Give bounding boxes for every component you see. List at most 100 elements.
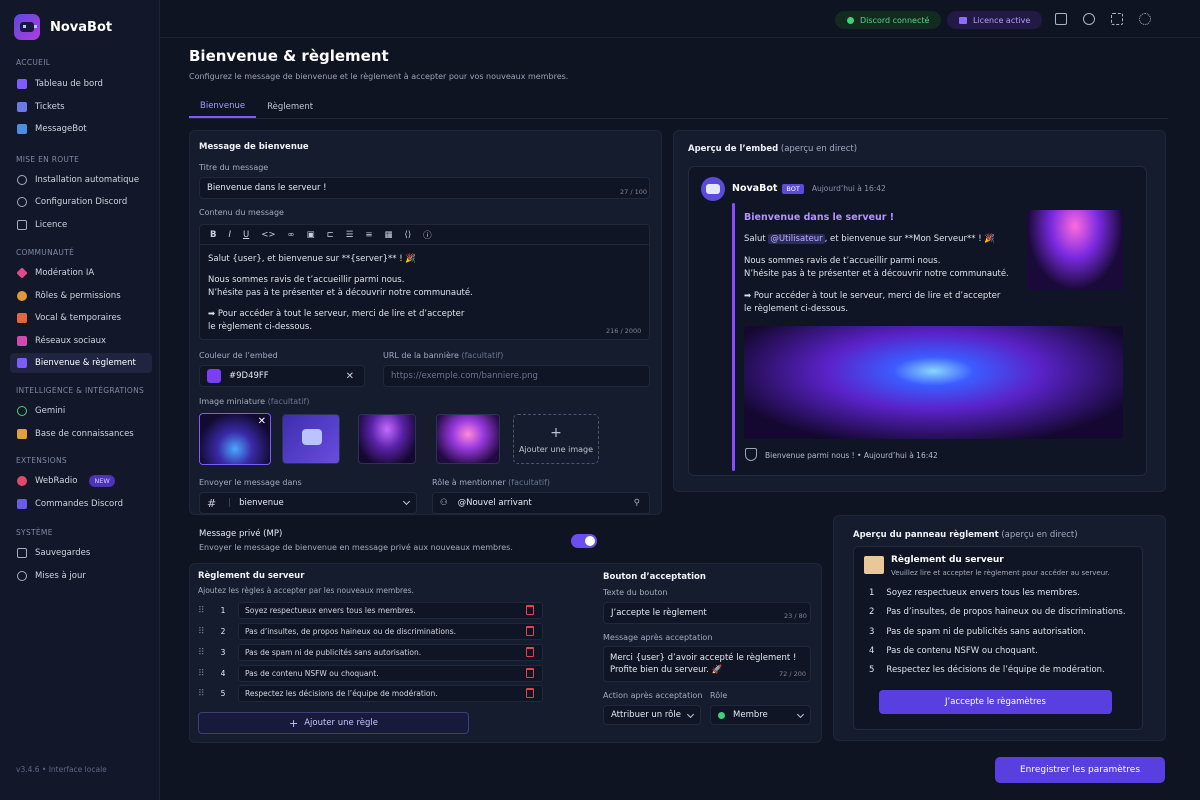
rule-row[interactable]: ⠿ 4 Pas de contenu NSFW ou choquant. bbox=[198, 665, 543, 682]
rule-number: 5 bbox=[220, 689, 226, 698]
sidebar-item-dashboard[interactable]: Tableau de bord bbox=[10, 74, 152, 94]
table-icon[interactable]: ▦ bbox=[384, 230, 392, 240]
trash-icon[interactable] bbox=[526, 605, 534, 615]
save-settings-button[interactable]: Enregistrer les paramètres bbox=[995, 757, 1165, 783]
rules-title: Règlement du serveur bbox=[198, 571, 305, 581]
settings-gear-icon[interactable] bbox=[1139, 13, 1151, 25]
remove-thumbnail-icon[interactable]: ✕ bbox=[258, 416, 266, 427]
action-select[interactable]: Attribuer un rôle bbox=[603, 705, 701, 725]
thumbnail-option-stage[interactable] bbox=[358, 414, 416, 464]
rule-row[interactable]: ⠿ 2 Pas d’insultes, de propos haineux ou d… bbox=[198, 623, 543, 640]
license-status-badge[interactable]: Licence active bbox=[947, 11, 1043, 29]
gemini-icon bbox=[17, 406, 27, 416]
discord-status-badge[interactable]: Discord connecté bbox=[835, 11, 942, 29]
role-select[interactable]: Membre bbox=[710, 705, 811, 725]
banner-url-input[interactable]: https://exemple.com/banniere.png bbox=[383, 365, 650, 387]
channel-select[interactable]: # | bienvenue bbox=[199, 492, 417, 514]
welcome-icon bbox=[17, 358, 27, 368]
rule-row[interactable]: ⠿ 1 Soyez respectueux envers tous les memb… bbox=[198, 602, 543, 619]
dm-toggle[interactable] bbox=[571, 534, 597, 548]
underline-icon[interactable]: U bbox=[243, 230, 249, 240]
rule-input[interactable]: Pas de contenu NSFW ou choquant. bbox=[238, 665, 543, 682]
rule-input[interactable]: Pas de spam ni de publicités sans autori… bbox=[238, 644, 543, 661]
add-rule-button[interactable]: + Ajouter une règle bbox=[198, 712, 469, 734]
thumbnail-label: Image miniature (facultatif) bbox=[199, 397, 309, 406]
info-icon[interactable]: ⓘ bbox=[423, 229, 432, 241]
sidebar-item-voice[interactable]: Vocal & temporaires bbox=[10, 308, 152, 328]
thumbnail-option-bot[interactable] bbox=[282, 414, 340, 464]
sidebar-item-backups[interactable]: Sauvegardes bbox=[10, 543, 152, 563]
drag-handle-icon[interactable]: ⠿ bbox=[198, 689, 212, 699]
content-line: Nous sommes ravis de t’accueillir parmi … bbox=[208, 275, 405, 285]
thumbnail-option-light[interactable] bbox=[436, 414, 500, 464]
sidebar-item-moderation[interactable]: Modération IA bbox=[10, 263, 152, 283]
user-mention[interactable]: @Utilisateur bbox=[768, 234, 825, 244]
accept-rules-button[interactable]: J’accepte le règamètres bbox=[879, 690, 1112, 714]
trash-icon[interactable] bbox=[526, 668, 534, 678]
role-mention-select[interactable]: ⚇ @Nouvel arrivant ⚲ bbox=[432, 492, 650, 514]
drag-handle-icon[interactable]: ⠿ bbox=[198, 648, 212, 658]
sidebar-item-licence[interactable]: Licence bbox=[10, 215, 152, 235]
trash-icon[interactable] bbox=[526, 626, 534, 636]
role-mention-label: Rôle à mentionner (facultatif) bbox=[432, 478, 550, 487]
embed-icon[interactable]: ⊏ bbox=[327, 230, 334, 240]
thumbnail-option-concert[interactable]: ✕ bbox=[199, 413, 271, 465]
clear-icon[interactable]: ✕ bbox=[346, 371, 354, 382]
italic-icon[interactable]: I bbox=[228, 230, 231, 240]
bold-icon[interactable]: B bbox=[210, 230, 216, 240]
title-label: Titre du message bbox=[199, 163, 269, 172]
content-line: ➡ Pour accéder à tout le serveur, merci … bbox=[208, 309, 465, 319]
tab-welcome[interactable]: Bienvenue bbox=[189, 96, 257, 118]
code-icon[interactable]: <> bbox=[261, 230, 275, 240]
rule-number: 5 bbox=[869, 665, 875, 675]
novabot-logo-icon bbox=[14, 14, 40, 40]
content-line: le règlement ci-dessous. bbox=[208, 322, 313, 332]
content-editor[interactable]: B I U <> ∞ ▣ ⊏ ☰ ≡ ▦ ⟨⟩ ⓘ Salut {user}, et bienven… bbox=[199, 224, 650, 340]
chevron-down-icon bbox=[402, 497, 411, 506]
tab-rules[interactable]: Règlement bbox=[256, 96, 324, 118]
spoiler-icon[interactable]: ⟨⟩ bbox=[405, 230, 412, 240]
sidebar-item-commands[interactable]: Commandes Discord bbox=[10, 494, 152, 514]
list-icon[interactable]: ☰ bbox=[346, 230, 354, 240]
banner-url-placeholder: https://exemple.com/banniere.png bbox=[391, 371, 538, 381]
rule-input[interactable]: Pas d’insultes, de propos haineux ou de … bbox=[238, 623, 543, 640]
rule-row[interactable]: ⠿ 3 Pas de spam ni de publicités sans auto… bbox=[198, 644, 543, 661]
sidebar-item-label: WebRadio bbox=[35, 476, 78, 486]
color-input[interactable]: #9D49FF ✕ bbox=[199, 365, 365, 387]
sidebar-item-tickets[interactable]: Tickets bbox=[10, 97, 152, 117]
trash-icon[interactable] bbox=[526, 688, 534, 698]
sidebar-item-roles[interactable]: Rôles & permissions bbox=[10, 286, 152, 306]
banner-label: URL de la bannière (facultatif) bbox=[383, 351, 503, 360]
rule-input[interactable]: Soyez respectueux envers tous les membre… bbox=[238, 602, 543, 619]
sidebar-item-messagebot[interactable]: MessageBot bbox=[10, 119, 152, 139]
color-swatch[interactable] bbox=[207, 369, 221, 383]
sidebar-item-welcome-rules[interactable]: Bienvenue & règlement bbox=[10, 353, 152, 373]
rule-row[interactable]: ⠿ 5 Respectez les décisions de l’équipe de… bbox=[198, 685, 543, 702]
button-text-input[interactable]: J’accepte le règlement bbox=[603, 602, 811, 624]
drag-handle-icon[interactable]: ⠿ bbox=[198, 606, 212, 616]
user-add-icon: ⚲ bbox=[633, 498, 640, 508]
rule-input[interactable]: Respectez les décisions de l’équipe de m… bbox=[238, 685, 543, 702]
ordered-list-icon[interactable]: ≡ bbox=[365, 230, 372, 240]
image-icon[interactable]: ▣ bbox=[307, 230, 315, 240]
sidebar-item-social[interactable]: Réseaux sociaux bbox=[10, 331, 152, 351]
embed-line: Nous sommes ravis de t’accueillir parmi … bbox=[744, 256, 941, 266]
sidebar-item-knowledge[interactable]: Base de connaissances bbox=[10, 424, 152, 444]
drag-handle-icon[interactable]: ⠿ bbox=[198, 669, 212, 679]
sidebar-item-webradio[interactable]: WebRadio NEW bbox=[10, 471, 152, 491]
link-icon[interactable]: ∞ bbox=[287, 230, 294, 240]
document-icon[interactable] bbox=[1055, 13, 1067, 25]
sidebar-item-updates[interactable]: Mises à jour bbox=[10, 566, 152, 586]
drag-handle-icon[interactable]: ⠿ bbox=[198, 627, 212, 637]
add-image-button[interactable]: + Ajouter une image bbox=[513, 414, 599, 464]
info-icon[interactable] bbox=[1083, 13, 1095, 25]
brand[interactable]: NovaBot bbox=[14, 14, 112, 40]
plugin-icon[interactable] bbox=[1111, 13, 1123, 25]
backup-icon bbox=[17, 548, 27, 558]
sidebar-item-discord-config[interactable]: Configuration Discord bbox=[10, 192, 152, 212]
sidebar-item-auto-install[interactable]: Installation automatique bbox=[10, 170, 152, 190]
sidebar-item-gemini[interactable]: Gemini bbox=[10, 401, 152, 421]
after-message-counter: 72 / 200 bbox=[779, 670, 806, 678]
title-input[interactable]: Bienvenue dans le serveur ! bbox=[199, 177, 650, 199]
trash-icon[interactable] bbox=[526, 647, 534, 657]
